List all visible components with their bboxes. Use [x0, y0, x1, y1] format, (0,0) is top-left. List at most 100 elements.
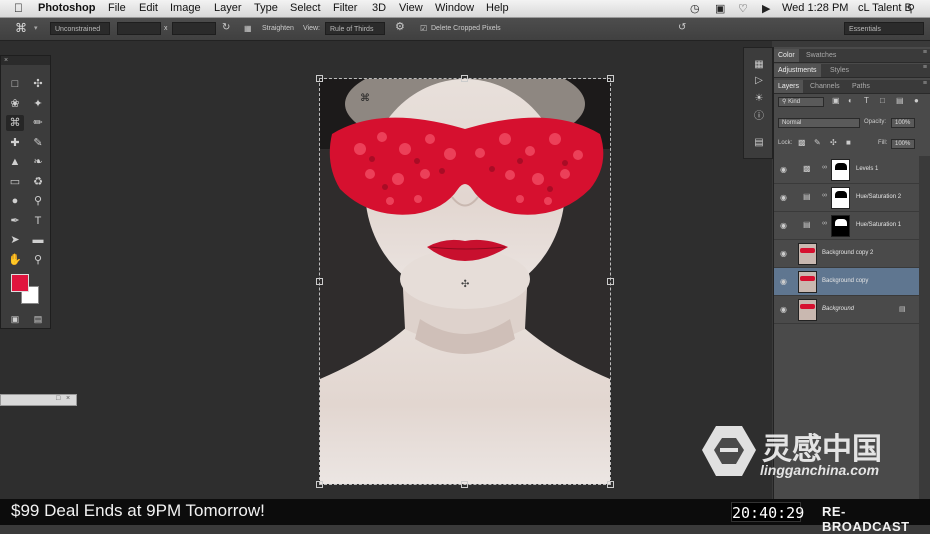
visibility-eye-icon[interactable]: ◉ — [780, 193, 787, 202]
tab-color[interactable]: Color — [774, 49, 799, 62]
filter-smart-icon[interactable]: ▤ — [896, 96, 904, 105]
lock-move-icon[interactable]: ✣ — [830, 138, 837, 147]
straighten-icon[interactable]: ▦ — [244, 22, 252, 35]
document-canvas[interactable]: ✣ ⌘ — [320, 79, 610, 484]
delete-cropped-checkbox[interactable]: ☑ — [420, 22, 427, 35]
ratio-select[interactable]: Unconstrained — [50, 22, 110, 35]
info-icon[interactable]: ⓘ — [751, 110, 767, 124]
menu-window[interactable]: Window — [435, 2, 474, 14]
visibility-eye-icon[interactable]: ◉ — [780, 165, 787, 174]
menu-help[interactable]: Help — [486, 2, 509, 14]
layer-row[interactable]: ◉ Background copy — [774, 268, 919, 296]
filter-kind-select[interactable]: ⚲ Kind — [778, 97, 824, 107]
swap-icon[interactable]: ↻ — [222, 21, 230, 34]
foreground-color-swatch[interactable] — [11, 274, 29, 292]
visibility-eye-icon[interactable]: ◉ — [780, 221, 787, 230]
reset-icon[interactable]: ↺ — [678, 21, 686, 34]
path-select-tool-icon[interactable]: ➤ — [6, 232, 24, 248]
tab-styles[interactable]: Styles — [826, 64, 853, 77]
tab-channels[interactable]: Channels — [806, 80, 844, 93]
shape-tool-icon[interactable]: ▬ — [29, 232, 47, 248]
layer-row[interactable]: ◉ ▩ ∞ Levels 1 — [774, 156, 919, 184]
filter-toggle-icon[interactable]: ● — [914, 96, 919, 105]
layer-mask-thumbnail[interactable] — [831, 159, 850, 181]
lock-all-icon[interactable]: ■ — [846, 138, 851, 147]
view-select[interactable]: Rule of Thirds — [325, 22, 385, 35]
display-icon[interactable]: ▣ — [715, 2, 725, 15]
layer-row[interactable]: ◉ Background ▤ — [774, 296, 919, 324]
properties-icon[interactable]: ▤ — [751, 136, 767, 150]
lasso-tool-icon[interactable]: ❀ — [6, 96, 24, 112]
screen-mode-icon[interactable]: ▤ — [29, 311, 47, 327]
visibility-eye-icon[interactable]: ◉ — [780, 305, 787, 314]
width-field[interactable] — [117, 22, 161, 35]
layer-thumbnail[interactable] — [798, 243, 817, 265]
healing-brush-tool-icon[interactable]: ✚ — [6, 135, 24, 151]
lock-transparency-icon[interactable]: ▩ — [798, 138, 806, 147]
layer-mask-thumbnail[interactable] — [831, 187, 850, 209]
layer-row[interactable]: ◉ ▤ ∞ Hue/Saturation 1 — [774, 212, 919, 240]
workspace-select[interactable]: Essentials — [844, 22, 924, 35]
menu-image[interactable]: Image — [170, 2, 201, 14]
actions-icon[interactable]: ▷ — [751, 74, 767, 88]
crop-handle-right[interactable] — [607, 278, 614, 285]
layers-scrollbar[interactable] — [919, 156, 930, 499]
fill-field[interactable]: 100% — [891, 139, 915, 149]
menu-type[interactable]: Type — [254, 2, 278, 14]
adjustments-panel-icon[interactable]: ☀ — [751, 92, 767, 106]
history-brush-tool-icon[interactable]: ❧ — [29, 154, 47, 170]
tab-layers[interactable]: Layers — [774, 80, 804, 93]
visibility-eye-icon[interactable]: ◉ — [780, 249, 787, 258]
menu-3d[interactable]: 3D — [372, 2, 386, 14]
visibility-eye-icon[interactable]: ◉ — [780, 277, 787, 286]
tab-adjustments[interactable]: Adjustments — [774, 64, 821, 77]
tab-swatches[interactable]: Swatches — [802, 49, 840, 62]
app-menu[interactable]: Photoshop — [38, 2, 95, 14]
paint-bucket-tool-icon[interactable]: ♻ — [29, 174, 47, 190]
chain-link-icon[interactable]: ∞ — [822, 220, 827, 227]
tab-paths[interactable]: Paths — [848, 80, 874, 93]
menu-view[interactable]: View — [399, 2, 423, 14]
hand-tool-icon[interactable]: ✋ — [6, 252, 24, 268]
crop-tool-icon[interactable]: ⌘ — [15, 21, 27, 35]
panel-menu-icon[interactable]: ≡ — [923, 64, 927, 71]
panel-menu-icon[interactable]: ≡ — [923, 49, 927, 56]
eyedropper-tool-icon[interactable]: ✏ — [29, 115, 47, 131]
minimized-panel-bar[interactable]: □ × — [0, 394, 77, 406]
apple-icon[interactable]:  — [14, 1, 23, 15]
crop-handle-top-left[interactable] — [316, 75, 323, 82]
crop-handle-bottom[interactable] — [461, 481, 468, 488]
crop-tool-icon[interactable]: ⌘ — [6, 115, 24, 131]
menu-filter[interactable]: Filter — [333, 2, 357, 14]
close-icon[interactable]: × — [66, 395, 70, 402]
user-name[interactable]: cL Talent B — [858, 2, 912, 14]
pen-tool-icon[interactable]: ✒ — [6, 213, 24, 229]
history-icon[interactable]: ▦ — [751, 58, 767, 72]
marquee-tool-icon[interactable]: □ — [6, 76, 24, 92]
layer-thumbnail[interactable] — [798, 271, 817, 293]
restore-icon[interactable]: □ — [56, 395, 60, 402]
quick-mask-icon[interactable]: ▣ — [6, 311, 24, 327]
layer-thumbnail[interactable] — [798, 299, 817, 321]
tools-panel-header[interactable]: × — [1, 56, 50, 65]
spotlight-icon[interactable]: ⚲ — [907, 2, 915, 15]
menu-layer[interactable]: Layer — [214, 2, 242, 14]
menu-file[interactable]: File — [108, 2, 126, 14]
opacity-field[interactable]: 100% — [891, 118, 915, 128]
clone-stamp-tool-icon[interactable]: ▲ — [6, 154, 24, 170]
height-field[interactable] — [172, 22, 216, 35]
chain-link-icon[interactable]: ∞ — [822, 192, 827, 199]
filter-pixel-icon[interactable]: ▣ — [832, 96, 840, 105]
menu-select[interactable]: Select — [290, 2, 321, 14]
volume-icon[interactable]: ▶ — [762, 2, 770, 15]
zoom-tool-icon[interactable]: ⚲ — [29, 252, 47, 268]
crop-handle-top[interactable] — [461, 75, 468, 82]
filter-shape-icon[interactable]: □ — [880, 96, 885, 105]
crop-handle-bottom-right[interactable] — [607, 481, 614, 488]
quick-select-tool-icon[interactable]: ✦ — [29, 96, 47, 112]
brush-tool-icon[interactable]: ✎ — [29, 135, 47, 151]
filter-adjustment-icon[interactable]: ◐ — [848, 96, 853, 105]
filter-type-icon[interactable]: T — [864, 96, 869, 105]
blur-tool-icon[interactable]: ● — [6, 193, 24, 209]
chain-link-icon[interactable]: ∞ — [822, 164, 827, 171]
